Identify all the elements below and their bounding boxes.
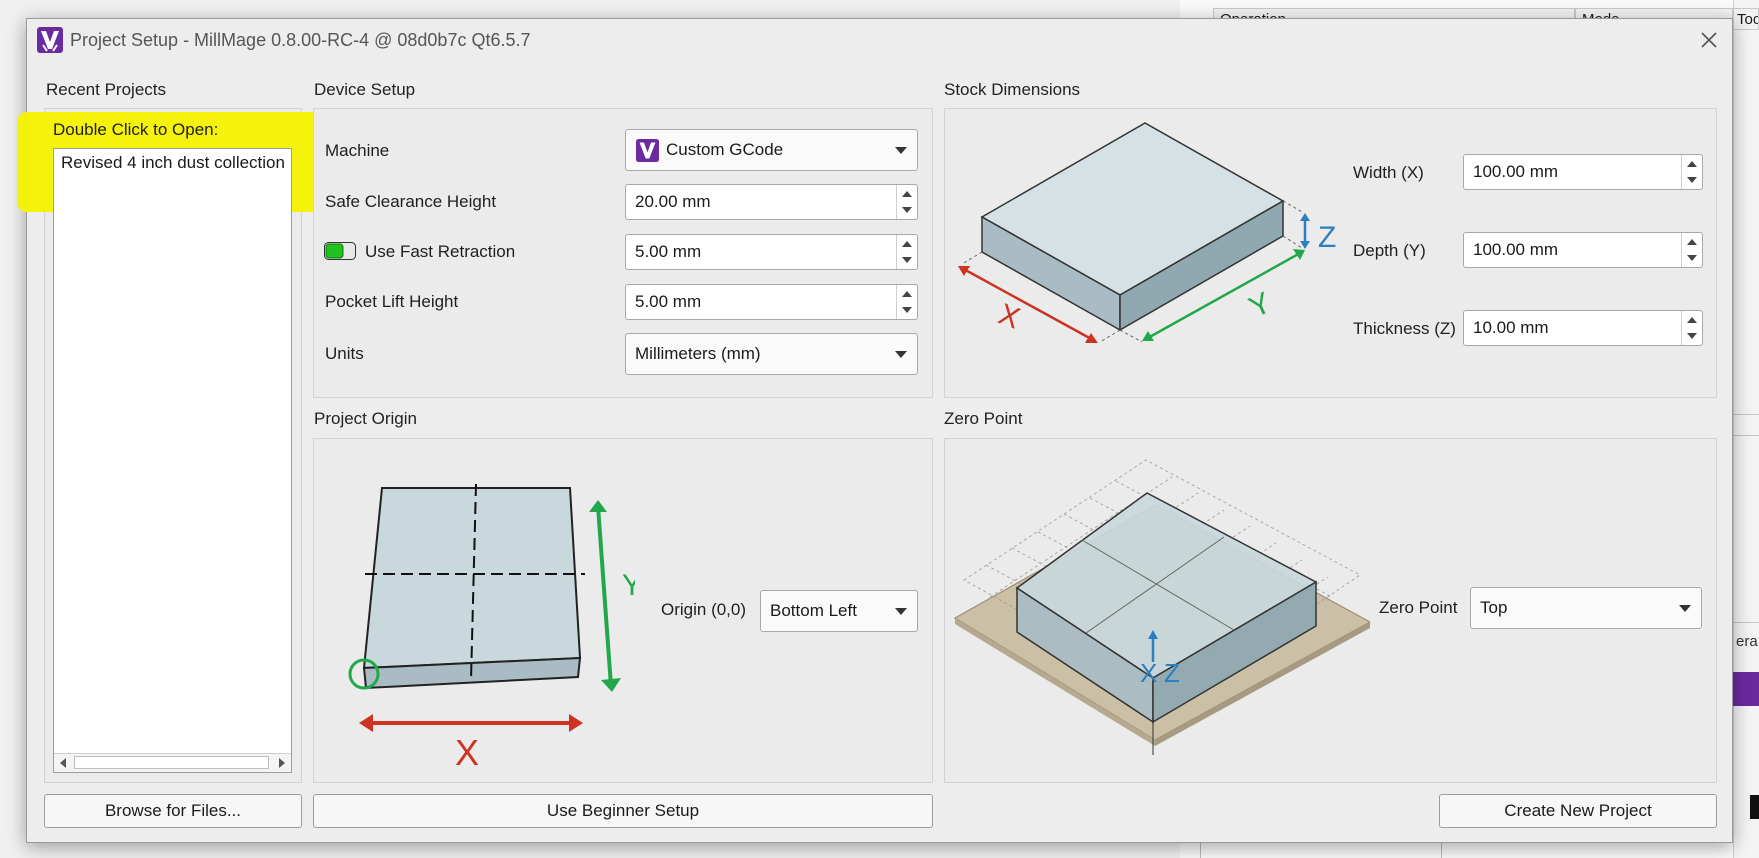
depth-value: 100.00 mm	[1473, 240, 1559, 259]
spin-down-icon[interactable]	[1687, 333, 1697, 339]
origin-label: Origin (0,0)	[661, 600, 747, 619]
close-icon[interactable]	[1696, 27, 1722, 53]
spin-up-icon[interactable]	[1687, 317, 1697, 323]
background-sidebar	[1733, 0, 1759, 858]
fast-retraction-value: 5.00 mm	[635, 242, 702, 261]
safe-clearance-input[interactable]: 20.00 mm	[625, 184, 918, 220]
project-origin-label: Project Origin	[314, 409, 417, 428]
units-select[interactable]: Millimeters (mm)	[625, 333, 918, 375]
custom-gcode-icon	[636, 139, 659, 162]
stock-axis-z: Z	[1318, 221, 1336, 254]
spin-buttons[interactable]	[896, 185, 917, 219]
scroll-left-icon[interactable]	[60, 758, 66, 768]
spin-down-icon[interactable]	[902, 257, 912, 263]
beginner-setup-button[interactable]: Use Beginner Setup	[313, 794, 933, 828]
list-item[interactable]: Revised 4 inch dust collection	[61, 153, 289, 173]
zero-point-label: Zero Point	[1379, 598, 1458, 617]
zero-axis-z: Z	[1164, 658, 1180, 688]
width-input[interactable]: 100.00 mm	[1463, 154, 1703, 190]
bg-purple-button	[1733, 672, 1759, 706]
project-origin-illustration: Y X	[348, 483, 635, 773]
bg-divider	[1733, 435, 1759, 436]
scroll-right-icon[interactable]	[279, 758, 285, 768]
pocket-lift-value: 5.00 mm	[635, 292, 702, 311]
zero-point-select[interactable]: Top	[1470, 587, 1702, 629]
origin-axis-x: X	[455, 732, 479, 773]
chevron-down-icon	[895, 608, 907, 615]
stock-dimensions-label: Stock Dimensions	[944, 80, 1081, 99]
recent-projects-label: Recent Projects	[46, 80, 166, 99]
stock-axis-x: X	[994, 298, 1024, 336]
bg-divider	[1733, 622, 1759, 623]
spin-down-icon[interactable]	[902, 307, 912, 313]
bg-side-label: erat	[1736, 633, 1758, 650]
spin-up-icon[interactable]	[1687, 239, 1697, 245]
recent-projects-list[interactable]: Revised 4 inch dust collection	[53, 148, 292, 773]
spin-buttons[interactable]	[896, 235, 917, 269]
units-value: Millimeters (mm)	[635, 344, 761, 363]
millmage-logo-icon	[37, 27, 63, 53]
fast-retraction-input[interactable]: 5.00 mm	[625, 234, 918, 270]
thickness-input[interactable]: 10.00 mm	[1463, 310, 1703, 346]
machine-label: Machine	[325, 141, 390, 160]
safe-clearance-label: Safe Clearance Height	[325, 192, 497, 211]
window-title: Project Setup - MillMage 0.8.00-RC-4 @ 0…	[70, 30, 531, 50]
spin-up-icon[interactable]	[902, 191, 912, 197]
chevron-down-icon	[895, 351, 907, 358]
chevron-down-icon	[895, 147, 907, 154]
origin-axis-y: Y	[622, 569, 635, 602]
spin-buttons[interactable]	[1681, 311, 1702, 345]
browse-files-button[interactable]: Browse for Files...	[44, 794, 302, 828]
width-label: Width (X)	[1353, 163, 1424, 182]
machine-select[interactable]: Custom GCode	[625, 129, 918, 171]
spin-buttons[interactable]	[1681, 155, 1702, 189]
origin-select[interactable]: Bottom Left	[760, 590, 918, 632]
safe-clearance-value: 20.00 mm	[635, 192, 711, 211]
horizontal-scrollbar[interactable]	[54, 753, 291, 772]
zero-axis-x: X	[1140, 658, 1157, 688]
depth-input[interactable]: 100.00 mm	[1463, 232, 1703, 268]
spin-down-icon[interactable]	[1687, 177, 1697, 183]
device-setup-label: Device Setup	[314, 80, 416, 99]
pocket-lift-label: Pocket Lift Height	[325, 292, 459, 311]
scrollbar-thumb[interactable]	[74, 756, 269, 769]
machine-value: Custom GCode	[666, 140, 784, 159]
spin-down-icon[interactable]	[1687, 255, 1697, 261]
bg-divider	[1733, 414, 1759, 415]
stock-axis-y: Y	[1244, 286, 1276, 324]
zero-point-value: Top	[1480, 598, 1508, 617]
thickness-value: 10.00 mm	[1473, 318, 1549, 337]
zero-point-section-label: Zero Point	[944, 409, 1023, 428]
depth-label: Depth (Y)	[1353, 241, 1426, 260]
bg-header-too: Too	[1733, 8, 1759, 30]
bg-black-mark	[1750, 795, 1759, 819]
create-project-button[interactable]: Create New Project	[1439, 794, 1717, 828]
origin-value: Bottom Left	[770, 601, 857, 620]
spin-up-icon[interactable]	[902, 241, 912, 247]
spin-down-icon[interactable]	[902, 207, 912, 213]
chevron-down-icon	[1679, 605, 1691, 612]
spin-up-icon[interactable]	[1687, 161, 1697, 167]
spin-buttons[interactable]	[896, 285, 917, 319]
units-label: Units	[325, 344, 364, 363]
fast-retraction-toggle[interactable]	[324, 242, 356, 260]
zero-point-illustration: X Z	[953, 459, 1370, 755]
spin-up-icon[interactable]	[902, 291, 912, 297]
width-value: 100.00 mm	[1473, 162, 1559, 181]
stock-dimensions-illustration: X Y Z	[958, 122, 1336, 343]
thickness-label: Thickness (Z)	[1353, 319, 1456, 338]
double-click-hint: Double Click to Open:	[53, 120, 219, 139]
fast-retraction-label[interactable]: Use Fast Retraction	[365, 242, 515, 262]
pocket-lift-input[interactable]: 5.00 mm	[625, 284, 918, 320]
spin-buttons[interactable]	[1681, 233, 1702, 267]
title-bar[interactable]: Project Setup - MillMage 0.8.00-RC-4 @ 0…	[27, 19, 1732, 61]
